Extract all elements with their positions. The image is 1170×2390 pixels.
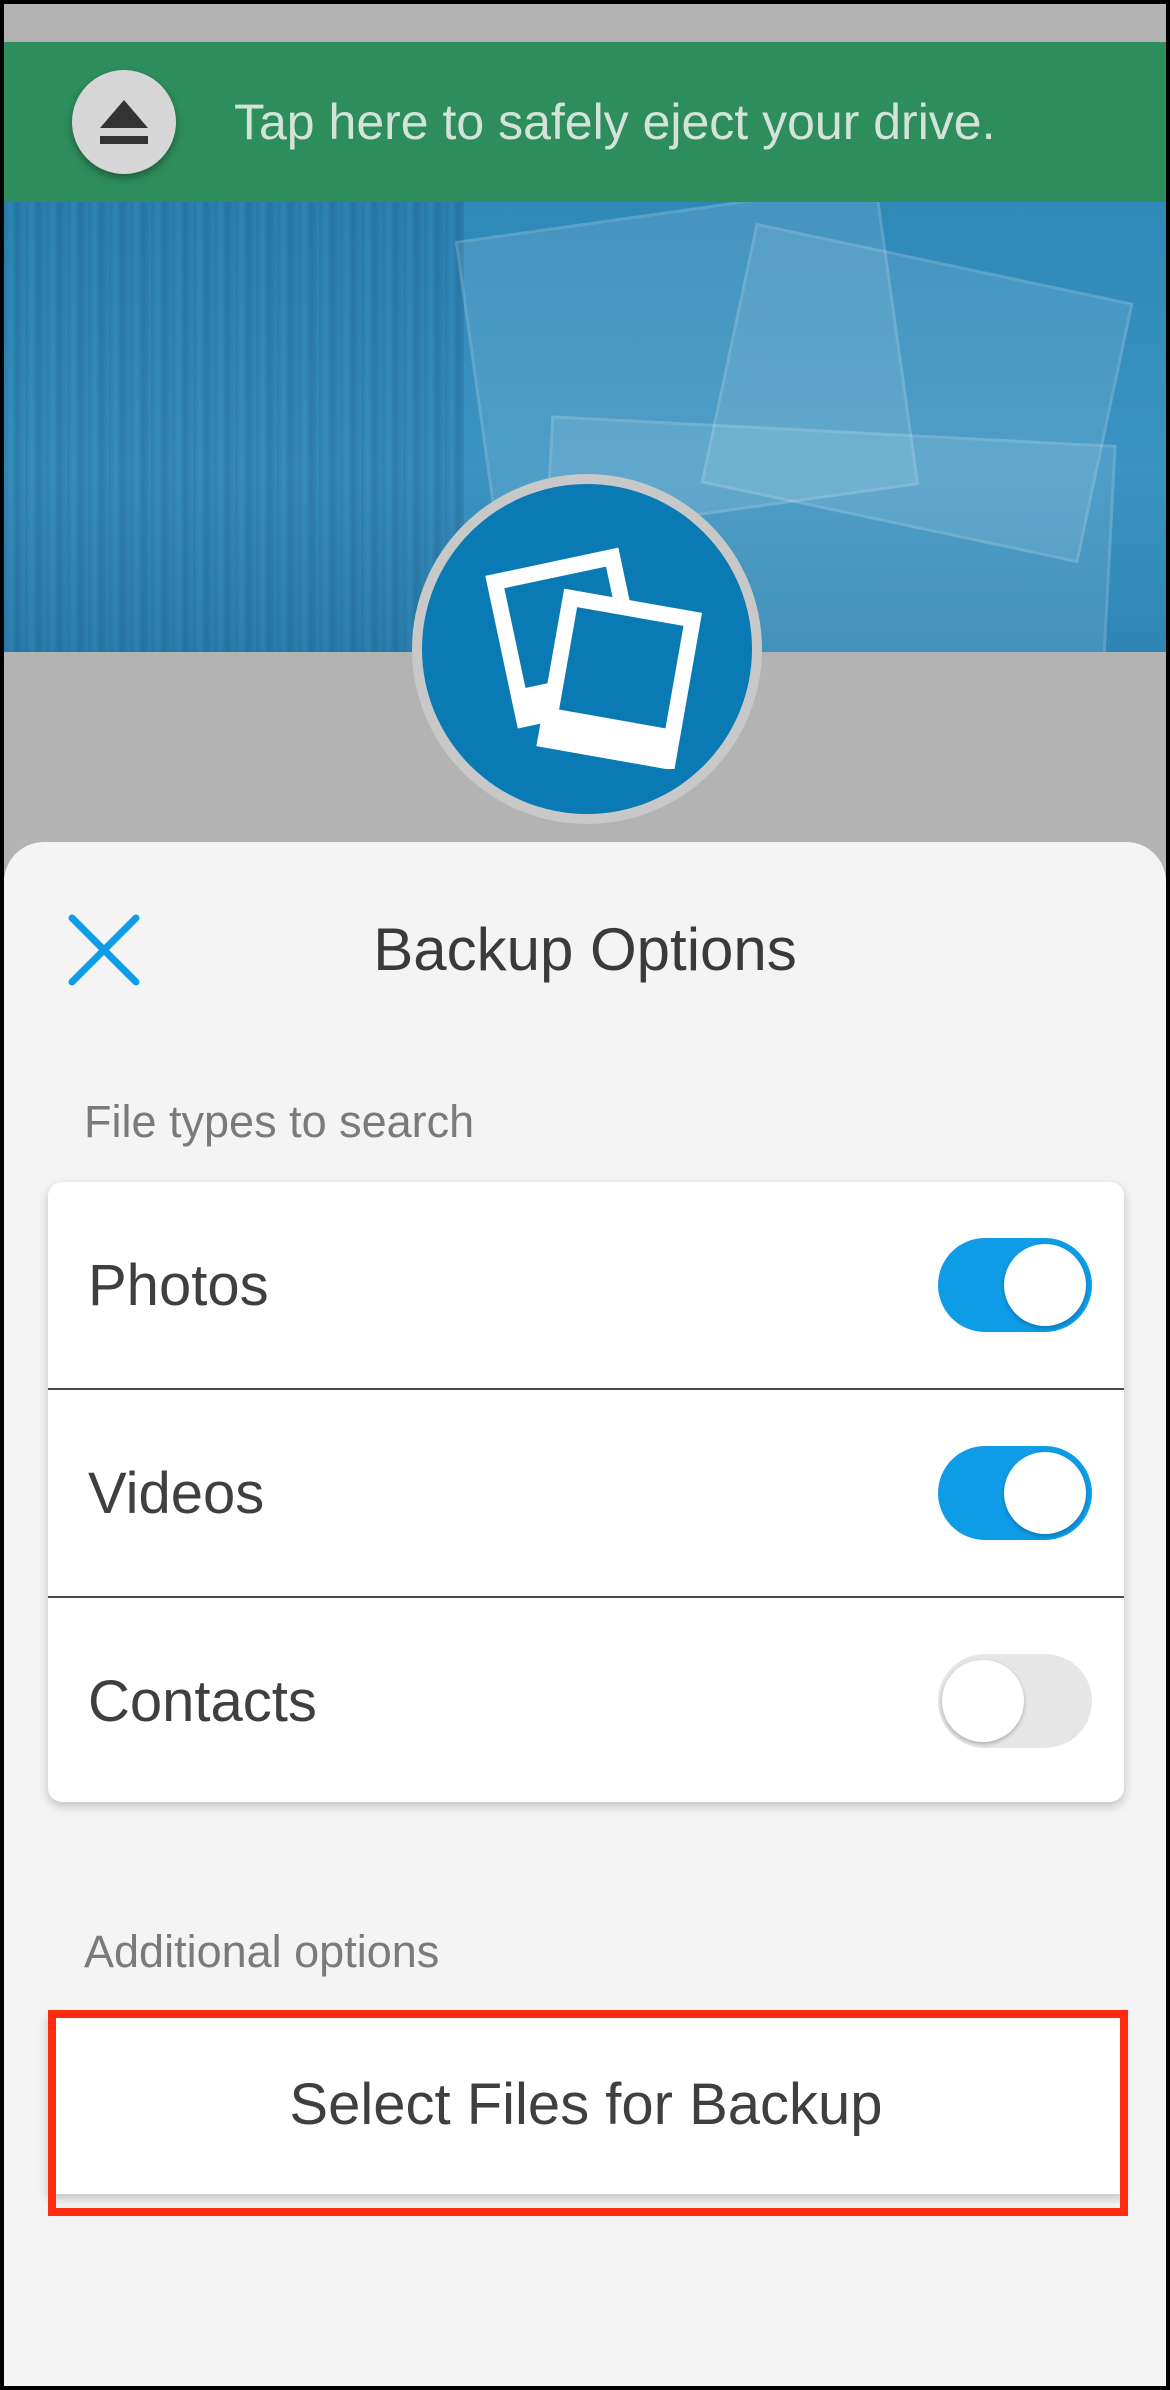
photos-badge [412,474,762,824]
photos-toggle[interactable] [938,1238,1092,1332]
file-types-label: File types to search [84,1096,475,1147]
select-files-label: Select Files for Backup [289,2071,883,2137]
toggle-row-videos[interactable]: Videos [48,1390,1124,1598]
photos-icon [485,547,703,769]
eject-icon [100,100,148,144]
wood-texture [4,200,464,652]
row-label: Photos [88,1252,269,1318]
toggle-row-photos[interactable]: Photos [48,1182,1124,1390]
toggle-knob [1004,1244,1086,1326]
backup-options-sheet: Backup Options File types to search Phot… [4,842,1166,2386]
row-label: Videos [88,1460,265,1526]
eject-banner-text: Tap here to safely eject your drive. [234,94,996,150]
toggle-knob [942,1660,1024,1742]
additional-options-label: Additional options [84,1926,440,1977]
select-files-button[interactable]: Select Files for Backup [48,2014,1124,2194]
eject-button[interactable] [72,70,176,174]
sheet-title: Backup Options [373,916,797,983]
eject-banner[interactable]: Tap here to safely eject your drive. [4,42,1166,202]
row-label: Contacts [88,1668,317,1734]
file-types-list: Photos Videos Contacts [48,1182,1124,1802]
app-screen: Tap here to safely eject your drive. Bac… [4,4,1166,2386]
toggle-knob [1004,1452,1086,1534]
toggle-row-contacts[interactable]: Contacts [48,1598,1124,1802]
status-strip [4,4,1166,40]
contacts-toggle[interactable] [938,1654,1092,1748]
videos-toggle[interactable] [938,1446,1092,1540]
